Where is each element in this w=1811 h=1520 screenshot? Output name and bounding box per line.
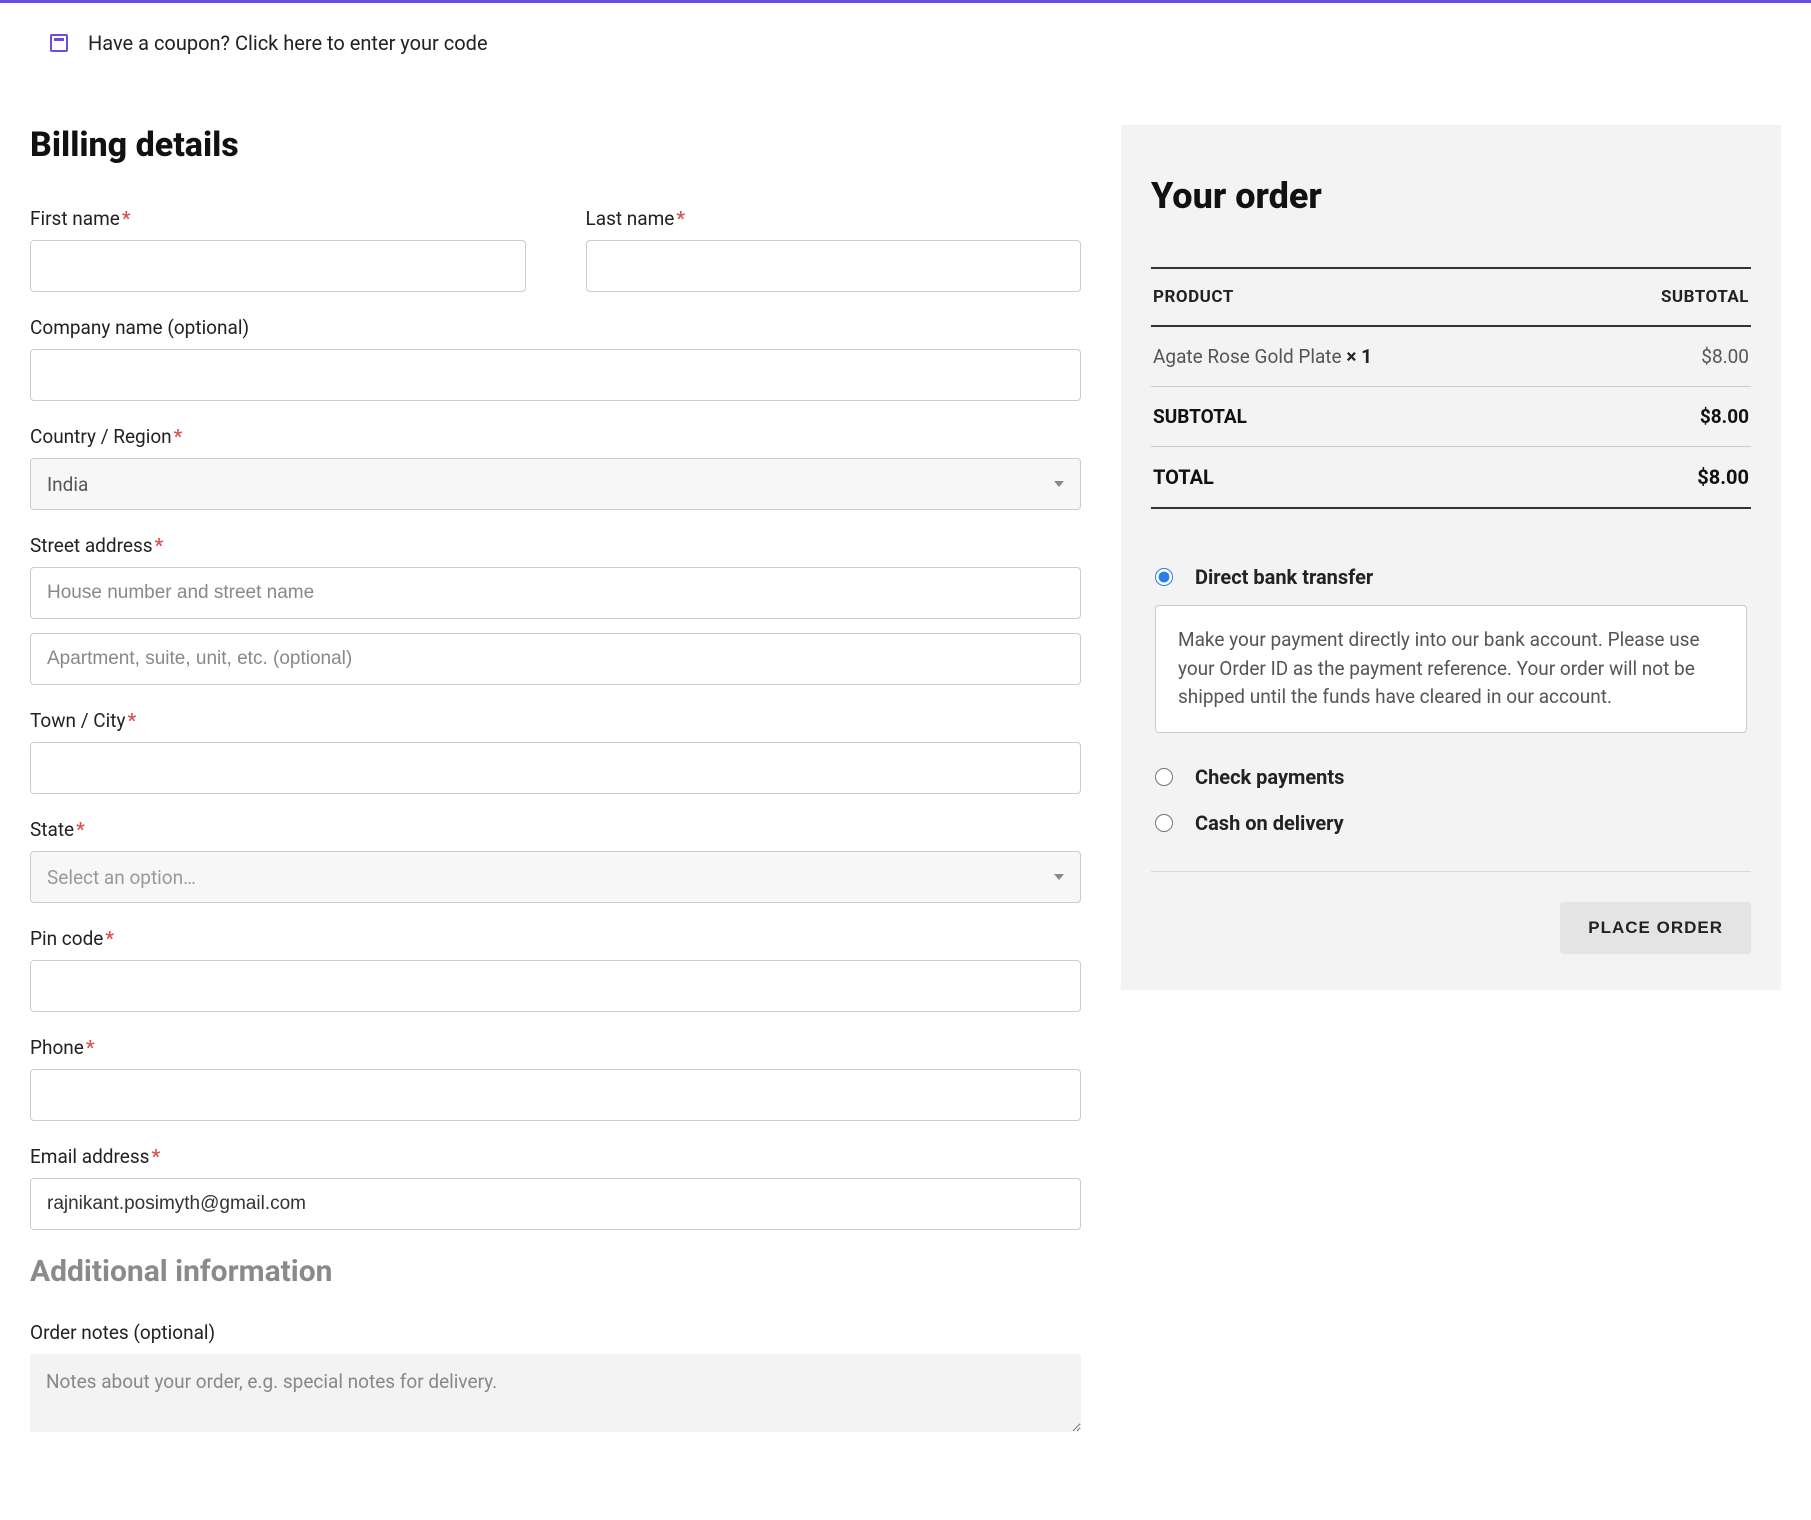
payment-label-check: Check payments	[1195, 765, 1344, 789]
phone-field: Phone*	[30, 1036, 1081, 1121]
billing-section: Billing details First name* Last name* C…	[30, 125, 1081, 1460]
city-label: Town / City*	[30, 709, 1081, 732]
col-subtotal: SUBTOTAL	[1576, 268, 1751, 326]
email-input[interactable]	[30, 1178, 1081, 1230]
state-field: State* Select an option…	[30, 818, 1081, 903]
company-input[interactable]	[30, 349, 1081, 401]
order-notes-field: Order notes (optional)	[30, 1321, 1081, 1436]
state-select[interactable]: Select an option…	[30, 851, 1081, 903]
payment-radio-bank[interactable]	[1155, 568, 1173, 586]
coupon-prefix: Have a coupon?	[88, 31, 235, 55]
state-placeholder: Select an option…	[47, 866, 196, 889]
payment-option-bank[interactable]: Direct bank transfer	[1151, 559, 1751, 605]
phone-label: Phone*	[30, 1036, 1081, 1059]
pin-input[interactable]	[30, 960, 1081, 1012]
last-name-label: Last name*	[586, 207, 1082, 230]
email-label: Email address*	[30, 1145, 1081, 1168]
chevron-down-icon	[1054, 874, 1064, 880]
city-field: Town / City*	[30, 709, 1081, 794]
payment-radio-cod[interactable]	[1155, 814, 1173, 832]
first-name-label: First name*	[30, 207, 526, 230]
table-row: Agate Rose Gold Plate × 1 $8.00	[1151, 326, 1751, 387]
street-label: Street address*	[30, 534, 1081, 557]
coupon-notice: Have a coupon? Click here to enter your …	[30, 31, 1781, 55]
email-field: Email address*	[30, 1145, 1081, 1230]
country-field: Country / Region* India	[30, 425, 1081, 510]
payment-option-check[interactable]: Check payments	[1151, 759, 1751, 805]
last-name-input[interactable]	[586, 240, 1082, 292]
payment-desc-bank: Make your payment directly into our bank…	[1155, 605, 1747, 733]
street-line2-input[interactable]	[30, 633, 1081, 685]
payment-option-cod[interactable]: Cash on delivery	[1151, 805, 1751, 851]
col-product: PRODUCT	[1151, 268, 1576, 326]
order-notes-label: Order notes (optional)	[30, 1321, 1081, 1344]
coupon-link[interactable]: Click here to enter your code	[235, 31, 488, 55]
country-value: India	[47, 473, 88, 496]
place-order-button[interactable]: PLACE ORDER	[1560, 902, 1751, 954]
coupon-text: Have a coupon? Click here to enter your …	[88, 31, 488, 55]
total-value: $8.00	[1576, 447, 1751, 509]
order-heading: Your order	[1151, 175, 1751, 217]
first-name-field: First name*	[30, 207, 526, 292]
country-select[interactable]: India	[30, 458, 1081, 510]
billing-heading: Billing details	[30, 125, 1081, 165]
street-line1-input[interactable]	[30, 567, 1081, 619]
payment-label-cod: Cash on delivery	[1195, 811, 1344, 835]
divider	[1151, 871, 1751, 872]
item-price-cell: $8.00	[1576, 326, 1751, 387]
pin-field: Pin code*	[30, 927, 1081, 1012]
company-label: Company name (optional)	[30, 316, 1081, 339]
payment-label-bank: Direct bank transfer	[1195, 565, 1373, 589]
state-label: State*	[30, 818, 1081, 841]
item-name-cell: Agate Rose Gold Plate × 1	[1151, 326, 1576, 387]
phone-input[interactable]	[30, 1069, 1081, 1121]
pin-label: Pin code*	[30, 927, 1081, 950]
order-table: PRODUCT SUBTOTAL Agate Rose Gold Plate ×…	[1151, 267, 1751, 509]
last-name-field: Last name*	[586, 207, 1082, 292]
additional-heading: Additional information	[30, 1254, 1081, 1289]
subtotal-value: $8.00	[1576, 387, 1751, 447]
street-field: Street address*	[30, 534, 1081, 685]
country-label: Country / Region*	[30, 425, 1081, 448]
first-name-input[interactable]	[30, 240, 526, 292]
order-notes-input[interactable]	[30, 1354, 1081, 1432]
chevron-down-icon	[1054, 481, 1064, 487]
accent-bar	[0, 0, 1811, 3]
order-summary: Your order PRODUCT SUBTOTAL Agate Rose G…	[1121, 125, 1781, 990]
subtotal-label: SUBTOTAL	[1151, 387, 1576, 447]
city-input[interactable]	[30, 742, 1081, 794]
total-label: TOTAL	[1151, 447, 1576, 509]
coupon-icon	[50, 34, 68, 52]
company-field: Company name (optional)	[30, 316, 1081, 401]
payment-radio-check[interactable]	[1155, 768, 1173, 786]
payment-methods: Direct bank transfer Make your payment d…	[1151, 559, 1751, 954]
